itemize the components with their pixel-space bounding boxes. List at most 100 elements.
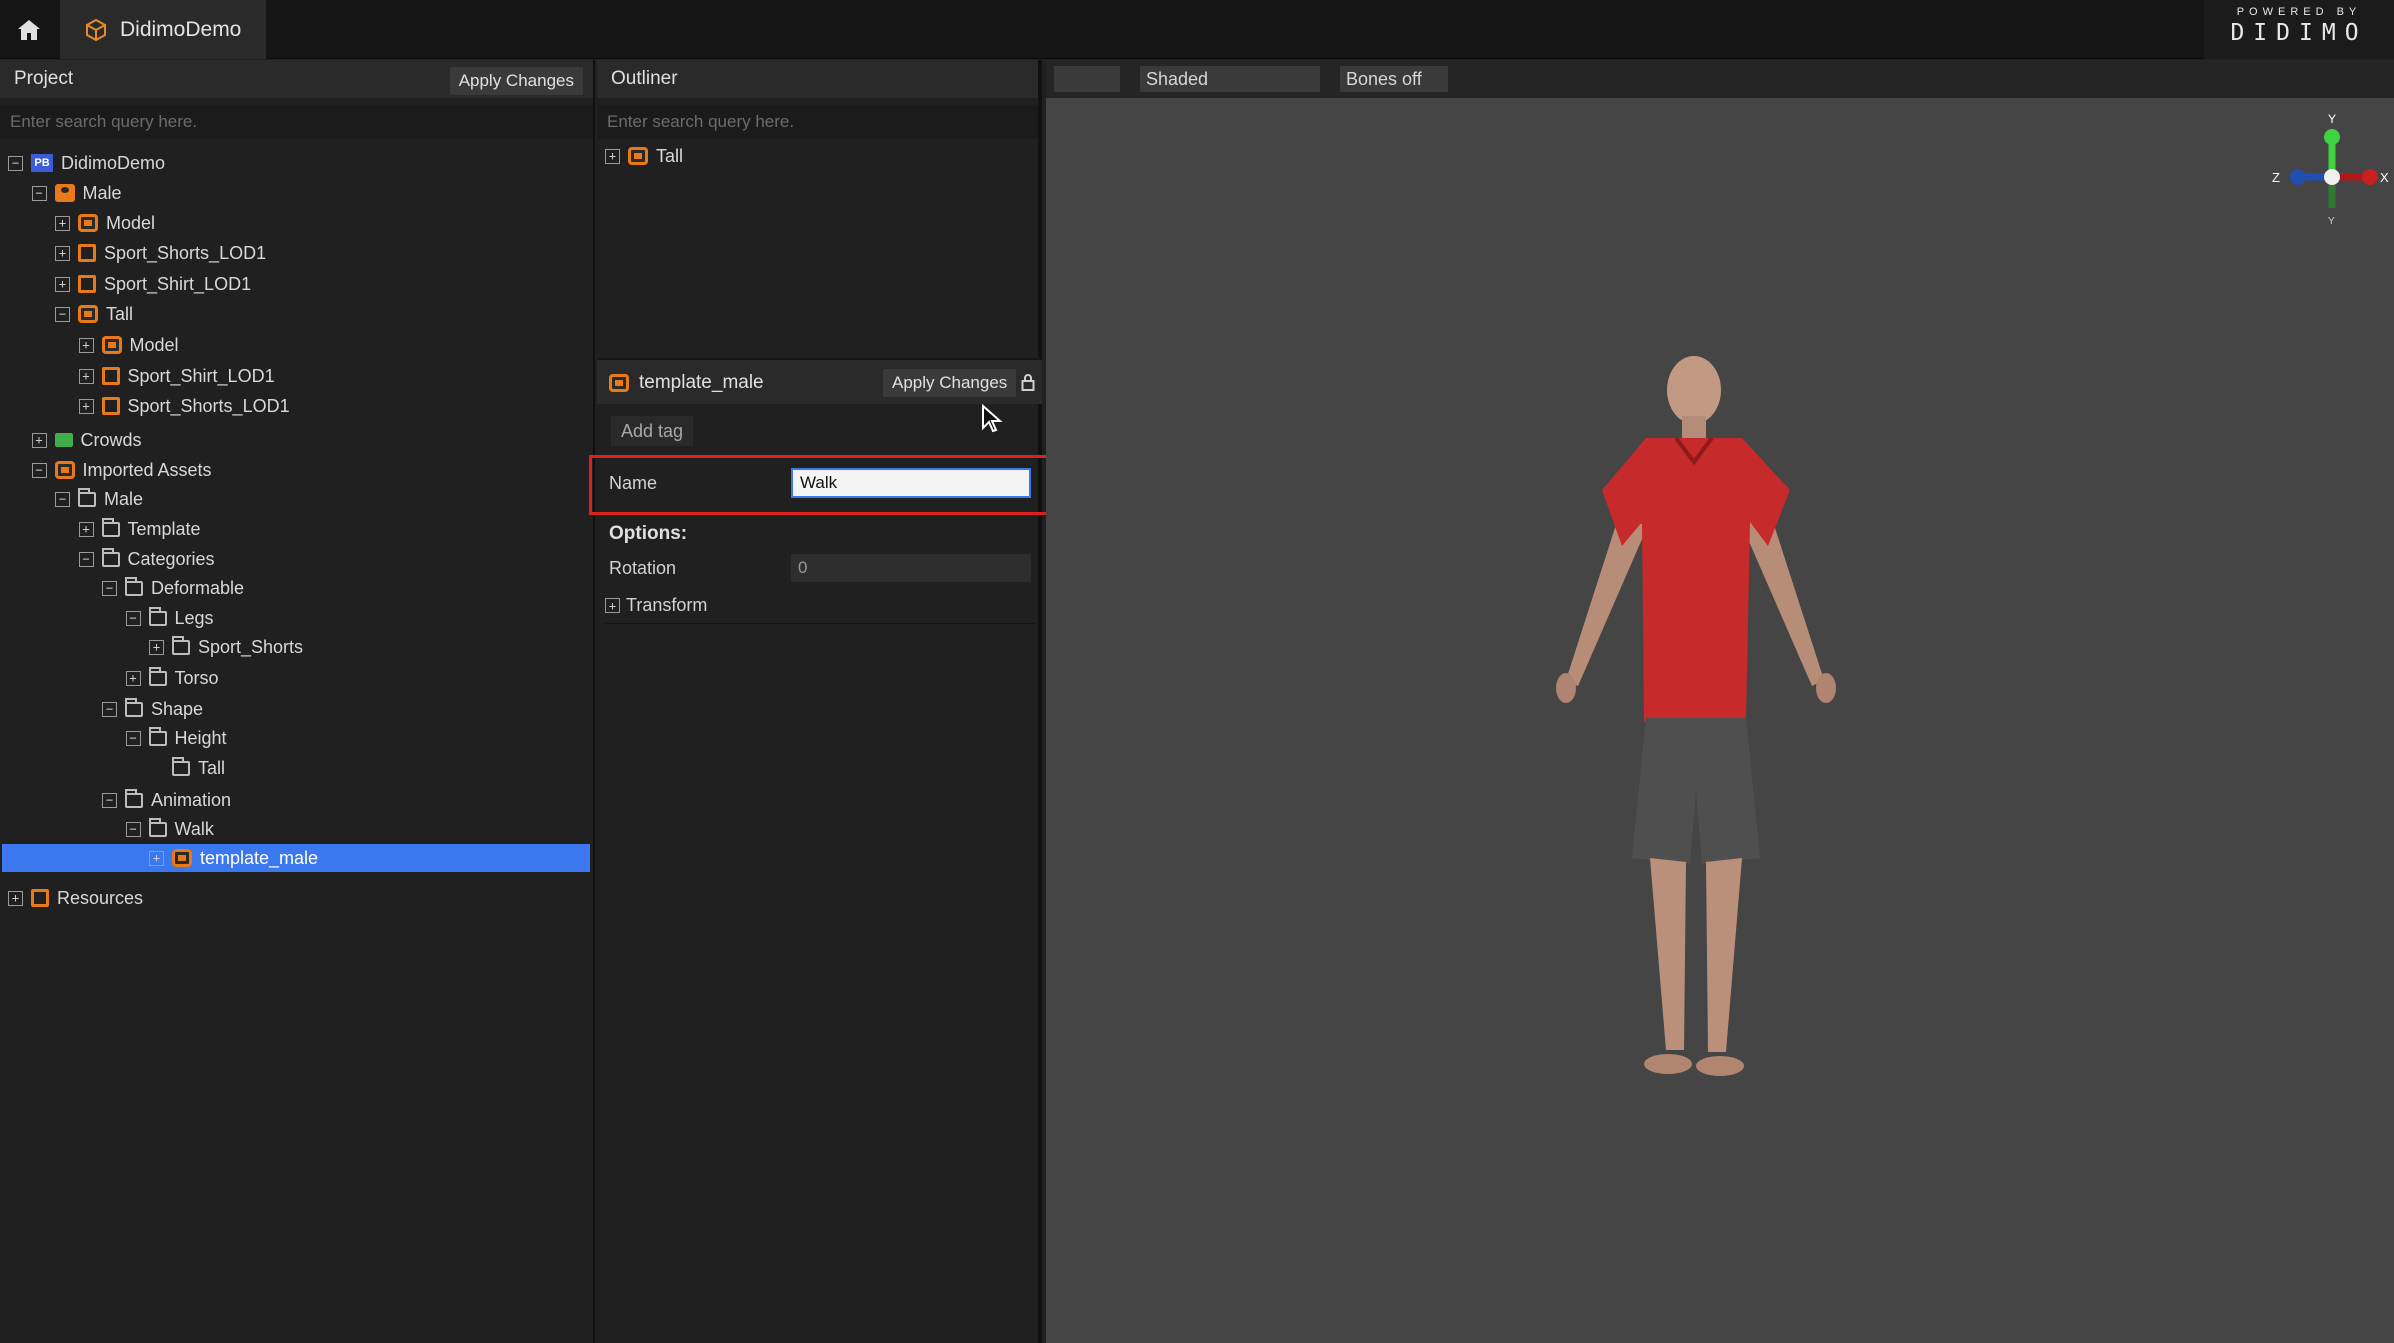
tree-item[interactable]: − Male xyxy=(55,485,143,513)
properties-object-name: template_male xyxy=(639,372,764,393)
properties-apply-changes-button[interactable]: Apply Changes xyxy=(883,369,1017,397)
tree-item[interactable]: + Sport_Shirt_LOD1 xyxy=(78,362,275,390)
collapse-icon[interactable]: − xyxy=(125,610,141,626)
tree-item[interactable]: + template_male xyxy=(2,844,590,872)
outliner-header: Outliner xyxy=(597,60,1038,98)
character-model[interactable] xyxy=(1546,350,1846,1110)
transform-section[interactable]: + Transform xyxy=(605,588,1035,624)
collapse-icon[interactable]: − xyxy=(31,462,47,478)
tree-item[interactable]: − Shape xyxy=(102,695,203,723)
tree-item[interactable]: − Animation xyxy=(102,786,231,814)
lock-icon[interactable] xyxy=(1021,373,1035,391)
collapse-icon[interactable]: − xyxy=(102,792,117,808)
collapse-icon[interactable]: − xyxy=(102,580,117,596)
project-apply-changes-button[interactable]: Apply Changes xyxy=(449,67,583,95)
collapse-icon[interactable]: − xyxy=(102,701,117,717)
folder-icon xyxy=(172,756,190,776)
name-input[interactable]: Walk xyxy=(791,468,1031,498)
mesh-icon xyxy=(101,367,120,385)
expand-icon[interactable]: + xyxy=(125,670,141,686)
tree-item[interactable]: − Deformable xyxy=(102,574,244,602)
tree-item[interactable]: Tall xyxy=(149,754,225,782)
tree-item[interactable]: − Imported Assets xyxy=(31,456,212,484)
expand-icon[interactable]: + xyxy=(78,398,94,414)
collapse-icon[interactable]: − xyxy=(8,155,23,171)
tree-item-label: Sport_Shorts_LOD1 xyxy=(104,242,267,263)
tree-item-label: Sport_Shirt_LOD1 xyxy=(104,273,252,294)
collapse-icon[interactable]: − xyxy=(55,491,70,507)
outliner-item-tall[interactable]: + Tall xyxy=(605,142,683,170)
expand-icon[interactable]: + xyxy=(55,215,70,231)
expand-icon[interactable]: + xyxy=(8,890,23,906)
outliner-search-input[interactable]: Enter search query here. xyxy=(597,105,1038,139)
expand-icon[interactable]: + xyxy=(605,148,620,164)
expand-icon[interactable]: + xyxy=(78,521,94,537)
rotation-input[interactable]: 0 xyxy=(791,554,1031,582)
tree-item-label: Tall xyxy=(106,303,134,324)
tree-item[interactable]: + Resources xyxy=(8,884,143,912)
camera-dropdown[interactable] xyxy=(1054,66,1120,92)
tree-item[interactable]: + Crowds xyxy=(31,426,142,454)
folder-icon xyxy=(125,697,143,717)
expand-icon[interactable]: + xyxy=(55,276,70,292)
folder-icon xyxy=(148,726,167,746)
model-icon xyxy=(101,336,122,354)
folder-icon xyxy=(148,817,167,837)
tree-item[interactable]: − Tall xyxy=(55,300,133,328)
tree-item[interactable]: + Sport_Shirt_LOD1 xyxy=(55,270,251,298)
axis-gizmo[interactable]: Y X Z Y xyxy=(2256,112,2389,242)
model-icon xyxy=(172,849,192,867)
didimo-logo: POWERED BY DIDIMO xyxy=(2204,0,2394,59)
expand-icon[interactable]: + xyxy=(149,850,164,866)
logo-powered-by: POWERED BY xyxy=(2236,6,2362,18)
app-tab[interactable]: DidimoDemo xyxy=(60,0,266,59)
tree-item[interactable]: − Categories xyxy=(78,545,215,573)
tree-item[interactable]: − Height xyxy=(125,724,227,752)
folder-icon xyxy=(125,788,143,808)
tree-item[interactable]: − Walk xyxy=(125,815,214,843)
folder-icon xyxy=(148,666,167,686)
tree-item[interactable]: + Model xyxy=(55,209,155,237)
tree-item[interactable]: + Sport_Shorts xyxy=(149,633,303,661)
tree-item-label: Crowds xyxy=(80,429,142,450)
mesh-icon xyxy=(78,275,96,293)
collapse-icon[interactable]: − xyxy=(55,306,70,322)
tree-item[interactable]: − PB DidimoDemo xyxy=(8,149,165,177)
tree-item[interactable]: + Sport_Shorts_LOD1 xyxy=(55,239,266,267)
project-search-input[interactable]: Enter search query here. xyxy=(0,105,593,139)
collapse-icon[interactable]: − xyxy=(31,185,47,201)
collapse-icon[interactable]: − xyxy=(78,551,94,567)
bones-toggle[interactable]: Bones off xyxy=(1340,66,1448,92)
tree-item-label: Model xyxy=(129,334,179,355)
folder-icon xyxy=(125,576,143,596)
expand-icon[interactable]: + xyxy=(55,245,70,261)
tree-item[interactable]: + Model xyxy=(78,331,179,359)
tree-item[interactable]: − Male xyxy=(31,179,122,207)
tree-item[interactable]: + Template xyxy=(78,515,201,543)
tree-item[interactable]: + Sport_Shorts_LOD1 xyxy=(78,392,290,420)
tree-item-label: Resources xyxy=(57,887,144,908)
tree-item-label: Walk xyxy=(174,818,214,839)
expand-icon[interactable]: + xyxy=(149,639,164,655)
shading-dropdown[interactable]: Shaded xyxy=(1140,66,1320,92)
expand-icon[interactable]: + xyxy=(78,337,94,353)
model-icon xyxy=(78,305,98,323)
tree-item[interactable]: − Legs xyxy=(125,604,214,632)
crowds-icon xyxy=(54,433,73,447)
collapse-icon[interactable]: − xyxy=(125,821,141,837)
home-icon xyxy=(17,19,40,40)
add-tag-button[interactable]: Add tag xyxy=(611,416,694,446)
tree-item-label: Imported Assets xyxy=(82,459,212,480)
axis-neg-y-label: Y xyxy=(2328,216,2335,227)
model-icon xyxy=(609,374,629,392)
tree-item-label: DidimoDemo xyxy=(61,152,166,173)
tree-item[interactable]: + Torso xyxy=(125,664,219,692)
home-button[interactable] xyxy=(0,0,57,59)
expand-icon[interactable]: + xyxy=(78,368,94,384)
folder-icon xyxy=(148,606,167,626)
expand-icon[interactable]: + xyxy=(605,598,620,613)
project-title: Project xyxy=(14,68,74,89)
collapse-icon[interactable]: − xyxy=(125,730,141,746)
expand-icon[interactable]: + xyxy=(31,432,47,448)
viewport-3d[interactable]: Shaded Bones off Y X Z Y xyxy=(1046,60,2394,1343)
